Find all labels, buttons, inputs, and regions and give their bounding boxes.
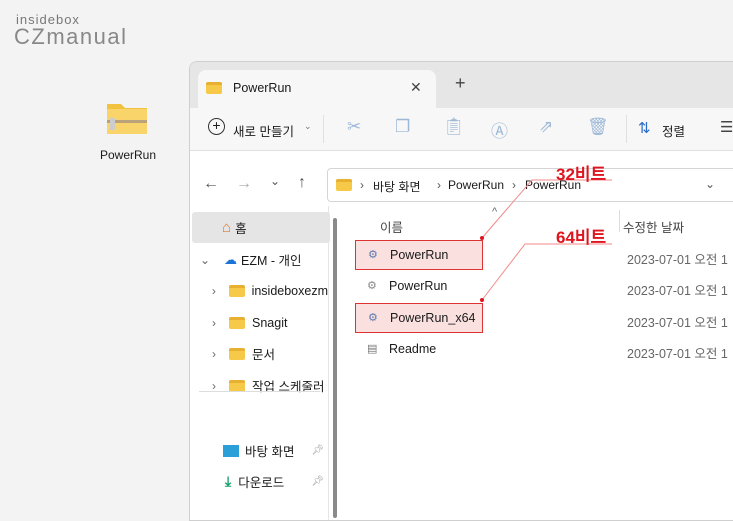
annotation-lines [480,179,612,302]
annotation-32bit: 32비트 [556,165,607,184]
annotation-64bit: 64비트 [556,228,607,247]
